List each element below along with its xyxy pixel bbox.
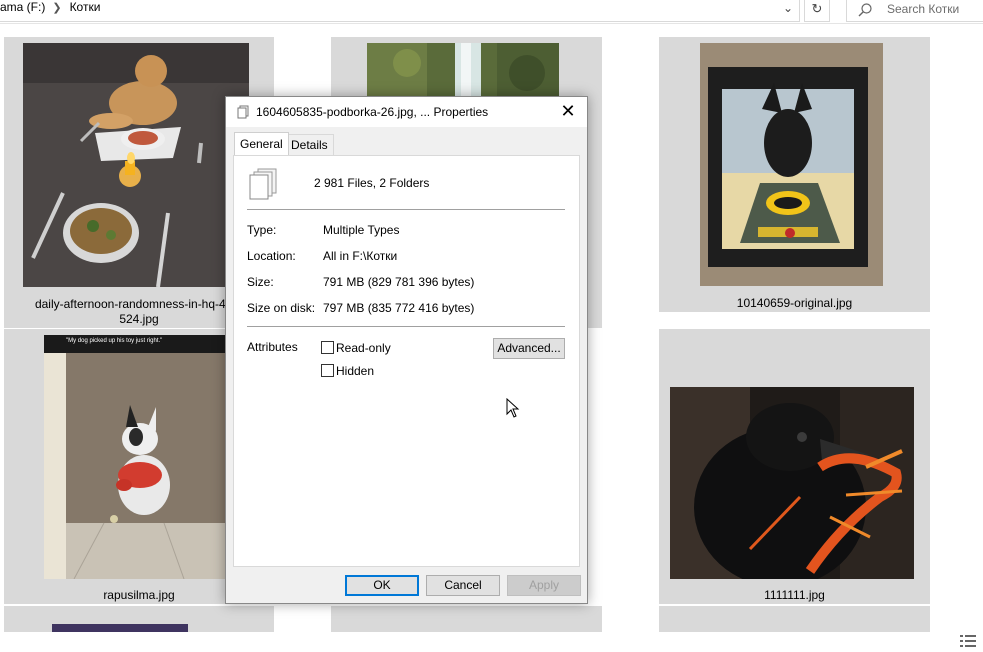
file-tile[interactable]: 10140659-original.jpg <box>659 37 930 312</box>
properties-dialog: 1604605835-podborka-26.jpg, ... Properti… <box>225 96 588 604</box>
breadcrumb-drive[interactable]: ama (F:) <box>0 0 45 16</box>
thumbnail-dog-toy: "My dog picked up his toy just right." <box>44 335 226 579</box>
general-panel: 2 981 Files, 2 Folders Type: Multiple Ty… <box>233 155 580 567</box>
details-view-icon[interactable] <box>960 634 976 648</box>
size-value: 791 MB (829 781 396 bytes) <box>323 275 475 289</box>
thumbnail-partial <box>52 624 188 632</box>
dialog-title: 1604605835-podborka-26.jpg, ... Properti… <box>256 105 489 119</box>
chevron-right-icon[interactable]: ❯ <box>52 0 61 17</box>
divider <box>247 209 565 210</box>
size-label: Size: <box>247 275 274 289</box>
cancel-button[interactable]: Cancel <box>426 575 500 596</box>
breadcrumb: ama (F:) ❯ Котки <box>0 0 100 20</box>
tab-general[interactable]: General <box>234 132 289 155</box>
close-icon: ✕ <box>560 101 576 121</box>
readonly-checkbox[interactable] <box>321 341 334 354</box>
tab-details[interactable]: Details <box>285 134 334 156</box>
files-icon <box>237 105 249 119</box>
hidden-label[interactable]: Hidden <box>336 364 374 378</box>
thumbnail-dog-dinner <box>23 43 249 287</box>
size-on-disk-value: 797 MB (835 772 416 bytes) <box>323 301 475 315</box>
thumbnail-crow <box>670 387 914 579</box>
selection-summary: 2 981 Files, 2 Folders <box>314 176 430 190</box>
file-tile[interactable] <box>331 606 602 632</box>
hidden-checkbox[interactable] <box>321 364 334 377</box>
size-on-disk-label: Size on disk: <box>247 301 316 315</box>
type-label: Type: <box>247 223 277 237</box>
thumbnail-caption-text: "My dog picked up his toy just right." <box>66 338 163 344</box>
address-bar: ama (F:) ❯ Котки ⌄ ↻ Search Котки <box>0 0 983 24</box>
refresh-button[interactable]: ↻ <box>804 0 830 22</box>
dialog-titlebar[interactable]: 1604605835-podborka-26.jpg, ... Properti… <box>226 97 587 127</box>
search-placeholder: Search Котки <box>887 2 960 16</box>
file-name: 1111111.jpg <box>764 588 825 602</box>
search-icon <box>858 3 872 17</box>
mouse-cursor-icon <box>506 398 520 418</box>
close-button[interactable]: ✕ <box>557 101 579 123</box>
ok-button[interactable]: OK <box>345 575 419 596</box>
location-value: All in F:\Котки <box>323 249 398 263</box>
thumbnail-waterfall <box>367 43 559 101</box>
readonly-label[interactable]: Read-only <box>336 341 391 355</box>
address-box[interactable]: ama (F:) ❯ Котки ⌄ <box>0 0 800 22</box>
divider <box>247 326 565 327</box>
attributes-label: Attributes <box>247 340 298 354</box>
thumbnail-doberman <box>700 43 883 286</box>
chevron-down-icon[interactable]: ⌄ <box>776 0 800 20</box>
advanced-button[interactable]: Advanced... <box>493 338 565 359</box>
breadcrumb-folder[interactable]: Котки <box>70 0 101 16</box>
file-name: 10140659-original.jpg <box>736 296 853 310</box>
file-tile[interactable]: 1111111.jpg <box>659 329 930 604</box>
file-tile[interactable] <box>659 606 930 632</box>
refresh-icon: ↻ <box>811 1 823 16</box>
file-tile[interactable] <box>4 606 274 632</box>
location-label: Location: <box>247 249 296 263</box>
apply-button[interactable]: Apply <box>507 575 581 596</box>
multiple-files-icon <box>249 168 277 200</box>
search-box[interactable]: Search Котки <box>846 0 983 22</box>
type-value: Multiple Types <box>323 223 400 237</box>
